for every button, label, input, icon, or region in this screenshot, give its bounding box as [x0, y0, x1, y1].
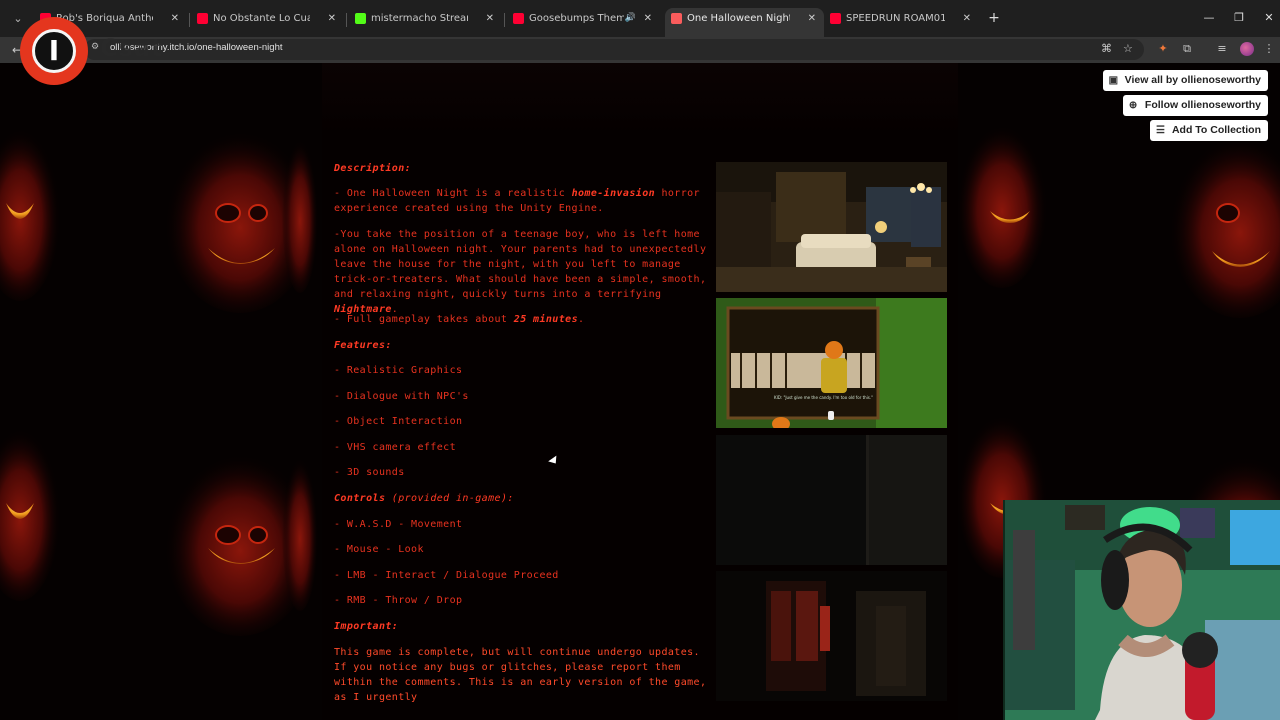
game-screenshot-front-door[interactable]: KID: "Just give me the candy. I'm too ol… — [716, 298, 947, 428]
follow-label: Follow ollienoseworthy — [1144, 99, 1261, 111]
tab-5[interactable]: SPEEDRUN ROAM0120 - YouTu ✕ — [824, 8, 979, 37]
feature-item: - Realistic Graphics — [334, 365, 463, 376]
close-tab-icon[interactable]: ✕ — [328, 8, 336, 29]
youtube-favicon-icon — [830, 13, 841, 24]
tab-4-active[interactable]: One Halloween Night by ollien ✕ — [665, 8, 824, 37]
profile-avatar[interactable] — [1240, 42, 1254, 56]
control-item: - Mouse - Look — [334, 544, 424, 555]
tab-title: SPEEDRUN ROAM0120 - YouTu — [846, 13, 945, 24]
minimize-window-icon[interactable]: — — [1199, 9, 1219, 27]
logo-ring: I — [32, 29, 76, 73]
control-item: - W.A.S.D - Movement — [334, 519, 463, 530]
close-window-icon[interactable]: ✕ — [1259, 9, 1279, 27]
close-tab-icon[interactable]: ✕ — [963, 8, 971, 29]
youtube-favicon-icon — [197, 13, 208, 24]
restore-window-icon[interactable]: ❐ — [1229, 9, 1249, 27]
content-header-fade — [322, 63, 958, 133]
logo-letter: I — [48, 34, 60, 67]
webcam-overlay — [1003, 500, 1280, 720]
description-paragraph-3: - Full gameplay takes about 25 minutes. — [334, 314, 585, 325]
address-bar[interactable]: ⚙ olli oseworthy.itch.io/one-halloween-n… — [84, 39, 1144, 60]
game-screenshot-living-room[interactable] — [716, 162, 947, 292]
close-tab-icon[interactable]: ✕ — [644, 8, 652, 29]
view-all-by-author-button[interactable]: ▣ View all by ollienoseworthy — [1102, 70, 1268, 91]
feature-item: - VHS camera effect — [334, 442, 456, 453]
itchio-favicon-icon — [671, 13, 682, 24]
browser-tab-bar: ⌄ Rob's Boriqua Anthem - Y ✕ No Obstante… — [0, 0, 1280, 37]
webcam-feed-image — [1005, 500, 1280, 720]
logo-wordmark: Csat — [100, 34, 164, 62]
add-collection-label: Add To Collection — [1171, 124, 1261, 136]
important-heading: Important: — [334, 621, 399, 632]
control-item: - RMB - Throw / Drop — [334, 595, 463, 606]
screenshot-dialogue-caption: KID: "Just give me the candy. I'm too ol… — [774, 395, 873, 400]
game-screenshot-hallway[interactable] — [716, 571, 947, 701]
close-tab-icon[interactable]: ✕ — [808, 8, 816, 29]
controls-heading: Controls (provided in-game): — [334, 493, 514, 504]
add-to-collection-button[interactable]: ☰ Add To Collection — [1149, 120, 1268, 141]
follow-author-button[interactable]: ⊕ Follow ollienoseworthy — [1122, 95, 1268, 116]
extension-brave-icon[interactable]: ✦ — [1156, 42, 1170, 56]
extensions-puzzle-icon[interactable]: ⧉ — [1180, 42, 1194, 56]
site-info-icon[interactable]: ⚙ — [91, 42, 99, 52]
game-screenshot-dark-room[interactable] — [716, 435, 947, 565]
tab-2[interactable]: mistermacho Stream - Watch Li ✕ — [349, 8, 502, 37]
description-paragraph-2: -You take the position of a teenage boy,… — [334, 229, 707, 315]
features-heading: Features: — [334, 340, 392, 351]
streamer-logo: I — [20, 17, 88, 85]
close-tab-icon[interactable]: ✕ — [486, 8, 494, 29]
follow-user-icon: ⊕ — [1128, 100, 1138, 111]
feature-item: - Dialogue with NPC's — [334, 391, 469, 402]
tab-title: mistermacho Stream - Watch Li — [371, 13, 468, 24]
description-paragraph-1: - One Halloween Night is a realistic hom… — [334, 188, 700, 214]
close-tab-icon[interactable]: ✕ — [171, 8, 179, 29]
view-all-label: View all by ollienoseworthy — [1124, 74, 1261, 86]
tab-title: No Obstante Lo Cual - Que sea — [213, 13, 310, 24]
tab-title: Goosebumps Theme Song — [529, 13, 624, 24]
media-controls-icon[interactable]: ≡ — [1215, 42, 1229, 56]
audio-playing-icon[interactable]: 🔊 — [625, 8, 636, 29]
tab-search-icon[interactable]: ⌄ — [8, 9, 28, 29]
control-item: - LMB - Interact / Dialogue Proceed — [334, 570, 559, 581]
tab-1[interactable]: No Obstante Lo Cual - Que sea ✕ — [191, 8, 344, 37]
tab-title: One Halloween Night by ollien — [687, 13, 790, 24]
bookmark-star-icon[interactable]: ☆ — [1123, 42, 1133, 55]
description-heading: Description: — [334, 163, 412, 174]
tab-3[interactable]: Goosebumps Theme Song 🔊 ✕ — [507, 8, 660, 37]
gamepad-icon: ▣ — [1108, 75, 1119, 86]
add-list-icon: ☰ — [1155, 125, 1165, 136]
youtube-favicon-icon — [513, 13, 524, 24]
feature-item: - 3D sounds — [334, 467, 405, 478]
feature-item: - Object Interaction — [334, 416, 463, 427]
menu-kebab-icon[interactable]: ⋮ — [1262, 42, 1276, 56]
new-tab-button[interactable]: + — [987, 9, 1001, 27]
pumpkin-tile-left — [0, 121, 318, 636]
kick-favicon-icon — [355, 13, 366, 24]
browser-toolbar: ← ⚙ olli oseworthy.itch.io/one-halloween… — [0, 37, 1280, 63]
translate-icon[interactable]: ⌘ — [1101, 42, 1112, 55]
important-text: This game is complete, but will continue… — [334, 647, 707, 703]
